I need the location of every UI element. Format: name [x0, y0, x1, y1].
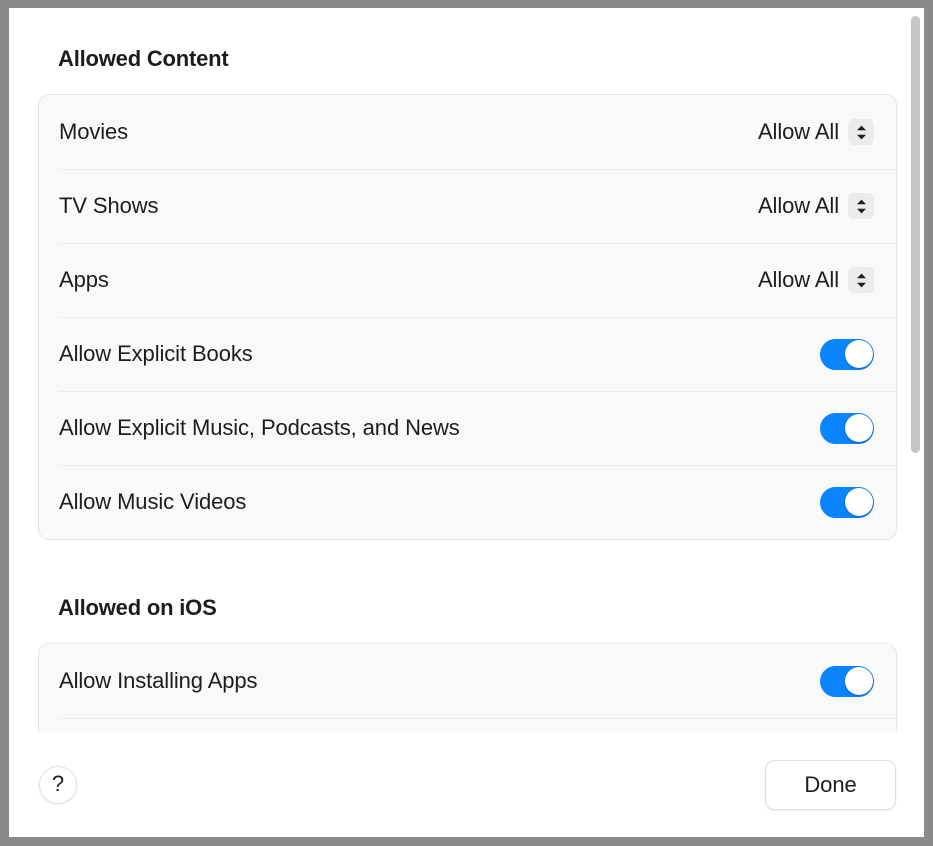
row-label-allow-explicit-music: Allow Explicit Music, Podcasts, and News: [59, 415, 460, 440]
window-frame: Allowed Content Movies Allow All TV Show…: [0, 0, 933, 846]
row-label-allow-music-videos: Allow Music Videos: [59, 489, 247, 514]
preferences-sheet: Allowed Content Movies Allow All TV Show…: [9, 8, 924, 837]
row-partially-visible[interactable]: [39, 718, 896, 732]
help-button[interactable]: ?: [39, 765, 77, 804]
sheet-toolbar: ? Done: [9, 732, 924, 837]
toggle-allow-explicit-books[interactable]: [820, 338, 874, 370]
row-label-apps: Apps: [59, 267, 109, 292]
toggle-knob: [844, 488, 873, 516]
section-allowed-on-ios: Allowed on iOS Allow Installing Apps: [9, 595, 924, 732]
toggle-allow-music-videos[interactable]: [820, 486, 874, 518]
allowed-on-ios-card: Allow Installing Apps: [38, 643, 897, 732]
row-label-allow-installing-apps: Allow Installing Apps: [59, 668, 258, 693]
toggle-allow-installing-apps[interactable]: [820, 665, 874, 697]
scrollable-content-area: Allowed Content Movies Allow All TV Show…: [9, 8, 924, 732]
row-apps[interactable]: Apps Allow All: [39, 243, 896, 317]
apps-rating-popup[interactable]: Allow All: [758, 267, 874, 293]
movies-rating-popup[interactable]: Allow All: [758, 119, 874, 145]
settings-list: Allowed Content Movies Allow All TV Show…: [9, 8, 924, 732]
row-label-tv-shows: TV Shows: [59, 193, 159, 218]
section-heading-allowed-on-ios: Allowed on iOS: [58, 595, 217, 620]
vertical-scrollbar[interactable]: [908, 8, 924, 732]
row-allow-explicit-music[interactable]: Allow Explicit Music, Podcasts, and News: [39, 391, 896, 465]
row-control-movies: Allow All: [758, 119, 874, 145]
row-allow-installing-apps[interactable]: Allow Installing Apps: [39, 644, 896, 718]
chevron-up-down-icon: [848, 119, 874, 145]
allowed-content-card: Movies Allow All TV Shows Allow All Apps…: [38, 94, 897, 540]
row-label-allow-explicit-books: Allow Explicit Books: [59, 341, 253, 366]
row-allow-music-videos[interactable]: Allow Music Videos: [39, 465, 896, 539]
done-button-label: Done: [804, 771, 857, 797]
movies-rating-value: Allow All: [757, 119, 839, 144]
toggle-knob: [844, 340, 873, 368]
row-tv-shows[interactable]: TV Shows Allow All: [39, 169, 896, 243]
row-control-tv-shows: Allow All: [758, 193, 874, 219]
apps-rating-value: Allow All: [757, 267, 839, 292]
chevron-up-down-icon: [848, 267, 874, 293]
row-allow-explicit-books[interactable]: Allow Explicit Books: [39, 317, 896, 391]
toggle-knob: [844, 667, 873, 695]
tv-shows-rating-value: Allow All: [757, 193, 839, 218]
row-control-apps: Allow All: [758, 267, 874, 293]
row-movies[interactable]: Movies Allow All: [39, 95, 896, 169]
section-allowed-content: Allowed Content Movies Allow All TV Show…: [9, 46, 924, 540]
done-button[interactable]: Done: [765, 759, 896, 810]
toggle-knob: [844, 414, 873, 442]
chevron-up-down-icon: [848, 193, 874, 219]
question-mark-icon: ?: [51, 770, 65, 796]
toggle-allow-explicit-music[interactable]: [820, 412, 874, 444]
scrollbar-thumb[interactable]: [911, 16, 920, 453]
row-label-movies: Movies: [59, 119, 129, 144]
tv-shows-rating-popup[interactable]: Allow All: [758, 193, 874, 219]
section-heading-allowed-content: Allowed Content: [58, 46, 229, 71]
